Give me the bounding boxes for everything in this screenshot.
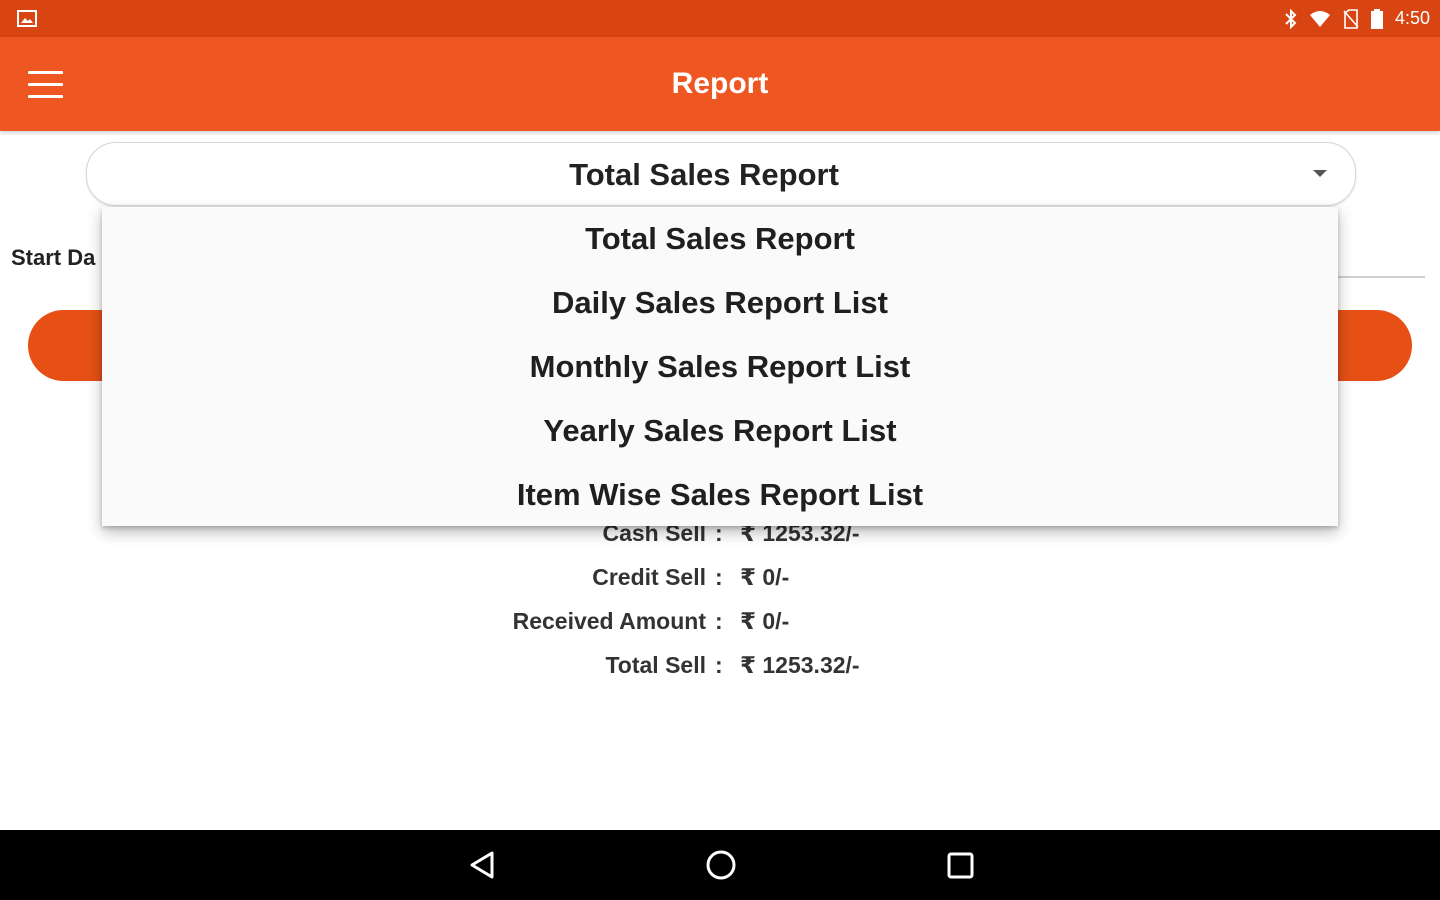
summary-label: Total Sell xyxy=(605,652,706,678)
summary-value: ₹ 0/- xyxy=(740,608,790,634)
page-title: Report xyxy=(671,67,769,100)
summary-row-credit-sell: Credit Sell : ₹ 0/- xyxy=(0,564,1440,608)
app-bar: Report xyxy=(0,37,1440,131)
summary-value: ₹ 0/- xyxy=(740,564,790,590)
dropdown-option-daily-sales[interactable]: Daily Sales Report List xyxy=(102,271,1338,335)
summary-row-received-amount: Received Amount : ₹ 0/- xyxy=(0,608,1440,652)
summary-value: ₹ 1253.32/- xyxy=(740,652,860,678)
summary-colon: : xyxy=(715,608,723,634)
summary-label: Received Amount xyxy=(512,608,706,634)
summary-colon: : xyxy=(715,564,723,590)
status-time: 4:50 xyxy=(1394,8,1430,28)
report-type-dropdown: Total Sales Report Daily Sales Report Li… xyxy=(102,207,1338,526)
home-icon[interactable] xyxy=(703,848,739,882)
bluetooth-icon xyxy=(1285,8,1297,29)
end-date-field[interactable] xyxy=(1336,276,1425,278)
summary-colon: : xyxy=(715,652,723,678)
no-sim-icon xyxy=(1343,8,1359,29)
dropdown-arrow-icon xyxy=(1313,170,1327,177)
report-type-spinner[interactable]: Total Sales Report xyxy=(86,142,1356,206)
dropdown-option-total-sales[interactable]: Total Sales Report xyxy=(102,207,1338,271)
back-icon[interactable] xyxy=(464,848,500,882)
start-date-label: Start Da xyxy=(11,245,96,270)
summary-label: Credit Sell xyxy=(592,564,706,590)
wifi-icon xyxy=(1309,10,1330,27)
recents-icon[interactable] xyxy=(942,848,978,882)
spinner-selected-value: Total Sales Report xyxy=(569,157,839,192)
gallery-icon xyxy=(17,10,37,27)
system-nav-bar xyxy=(0,830,1440,900)
dropdown-option-yearly-sales[interactable]: Yearly Sales Report List xyxy=(102,399,1338,463)
status-bar: 4:50 xyxy=(0,0,1440,37)
summary-row-total-sell: Total Sell : ₹ 1253.32/- xyxy=(0,652,1440,696)
dropdown-option-monthly-sales[interactable]: Monthly Sales Report List xyxy=(102,335,1338,399)
dropdown-option-item-wise-sales[interactable]: Item Wise Sales Report List xyxy=(102,463,1338,527)
battery-icon xyxy=(1370,8,1383,29)
